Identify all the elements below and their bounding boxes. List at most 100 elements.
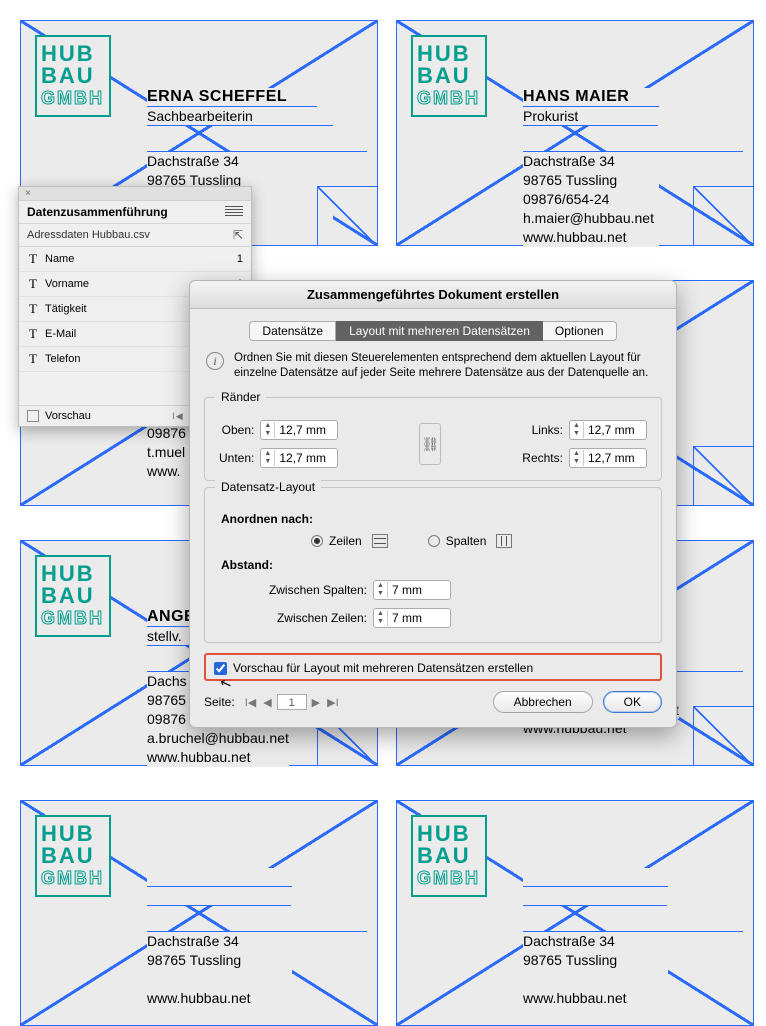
step-up-icon[interactable]: ▲ (261, 422, 274, 430)
logo-l1: HUB (41, 823, 105, 845)
cols-icon (496, 534, 512, 548)
col-gap-label: Zwischen Spalten: (247, 583, 367, 597)
margin-right-input[interactable]: ▲▼ (569, 448, 647, 468)
margin-left-input[interactable]: ▲▼ (569, 420, 647, 440)
page-nav: I◀ ◀ 1 ▶ ▶I (243, 694, 341, 710)
card-role-frag: stellv. (147, 627, 188, 646)
card-web: www.hubbau.net (147, 989, 251, 1008)
radio-rows[interactable]: Zeilen (311, 534, 388, 548)
card-addr1: Dachstraße 34 (523, 932, 615, 951)
ok-button[interactable]: OK (603, 691, 662, 713)
radio-cols-label: Spalten (446, 534, 487, 548)
link-margins-icon[interactable]: ⛓ (419, 423, 441, 465)
step-up-icon[interactable]: ▲ (570, 450, 583, 458)
preview-checkbox[interactable] (27, 410, 39, 422)
first-icon[interactable]: I◀ (170, 411, 185, 422)
card-4-1: HUB BAU GMBH Dachstraße 34 98765 Tusslin… (20, 800, 378, 1026)
step-down-icon[interactable]: ▼ (570, 430, 583, 438)
first-page-icon[interactable]: I◀ (243, 696, 259, 709)
logo-l2: BAU (417, 845, 481, 867)
tab-options[interactable]: Optionen (543, 321, 617, 341)
arrange-label: Anordnen nach: (221, 512, 645, 526)
card-email: t.muel (147, 443, 185, 462)
layout-group: Datensatz-Layout Anordnen nach: Zeilen S… (204, 487, 662, 643)
field-label: E-Mail (45, 328, 76, 340)
logo-l3: GMBH (417, 867, 481, 889)
data-source-icon[interactable]: ⇱ (233, 228, 243, 242)
card-email: h.maier@hubbau.net (523, 209, 654, 228)
step-down-icon[interactable]: ▼ (570, 458, 583, 466)
create-merged-document-dialog: Zusammengeführtes Dokument erstellen Dat… (189, 280, 677, 728)
text-field-icon: T (27, 276, 39, 292)
card-addr1: Dachstraße 34 (523, 152, 615, 171)
tab-layout[interactable]: Layout mit mehreren Datensätzen (336, 321, 543, 341)
logo-l2: BAU (41, 65, 105, 87)
card-corner (693, 186, 753, 246)
logo: HUB BAU GMBH (35, 815, 111, 897)
margin-bottom-value[interactable] (275, 449, 337, 467)
spacing-label: Abstand: (221, 558, 645, 572)
prev-page-icon[interactable]: ◀ (261, 696, 273, 709)
panel-menu-icon[interactable] (225, 206, 243, 218)
tab-records[interactable]: Datensätze (249, 321, 336, 341)
row-gap-value[interactable] (388, 609, 450, 627)
step-up-icon[interactable]: ▲ (570, 422, 583, 430)
col-gap-value[interactable] (388, 581, 450, 599)
panel-close-button[interactable]: × (19, 187, 251, 201)
card-corner (693, 706, 753, 766)
logo-l1: HUB (41, 43, 105, 65)
card-addr2: 98765 Tussling (147, 951, 241, 970)
logo-l3: GMBH (41, 607, 105, 629)
step-down-icon[interactable]: ▼ (261, 430, 274, 438)
dialog-tabs: Datensätze Layout mit mehreren Datensätz… (190, 309, 676, 347)
next-page-icon[interactable]: ▶ (310, 696, 322, 709)
card-addr1-frag: Dachs (147, 672, 187, 691)
step-up-icon[interactable]: ▲ (374, 610, 387, 618)
margin-top-input[interactable]: ▲▼ (260, 420, 338, 440)
col-gap-input[interactable]: ▲▼ (373, 580, 451, 600)
margin-left-value[interactable] (584, 421, 646, 439)
logo-l2: BAU (41, 845, 105, 867)
card-name-empty (147, 868, 292, 887)
logo-l3: GMBH (417, 87, 481, 109)
card-addr2: 98765 Tussling (523, 171, 617, 190)
card-role-empty (147, 887, 291, 906)
preview-label: Vorschau (45, 410, 91, 422)
preview-layout-checkbox[interactable] (214, 662, 227, 675)
margin-right-value[interactable] (584, 449, 646, 467)
step-down-icon[interactable]: ▼ (374, 618, 387, 626)
field-row[interactable]: TName 1 (19, 247, 251, 272)
step-down-icon[interactable]: ▼ (374, 590, 387, 598)
card-addr2-frag: 98765 (147, 691, 186, 710)
logo: HUB BAU GMBH (35, 555, 111, 637)
radio-icon (311, 535, 323, 547)
logo-l1: HUB (417, 43, 481, 65)
row-gap-input[interactable]: ▲▼ (373, 608, 451, 628)
step-down-icon[interactable]: ▼ (261, 458, 274, 466)
logo-l1: HUB (41, 563, 105, 585)
radio-cols[interactable]: Spalten (428, 534, 513, 548)
info-icon: i (206, 352, 224, 370)
margin-right-label: Rechts: (522, 451, 563, 465)
text-field-icon: T (27, 351, 39, 367)
margin-left-label: Links: (532, 423, 563, 437)
card-name: HANS MAIER (523, 88, 659, 107)
preview-layout-label: Vorschau für Layout mit mehreren Datensä… (233, 661, 533, 675)
margins-group: Ränder Oben: ▲▼ Unten: ▲▼ (204, 397, 662, 481)
last-page-icon[interactable]: ▶I (325, 696, 341, 709)
step-up-icon[interactable]: ▲ (374, 582, 387, 590)
card-web: www.hubbau.net (523, 228, 627, 247)
margin-bottom-input[interactable]: ▲▼ (260, 448, 338, 468)
preview-layout-highlight: ↖ Vorschau für Layout mit mehreren Daten… (204, 653, 662, 681)
logo: HUB BAU GMBH (411, 815, 487, 897)
card-role: Prokurist (523, 107, 658, 126)
cancel-button[interactable]: Abbrechen (493, 691, 593, 713)
logo-l2: BAU (417, 65, 481, 87)
dialog-title: Zusammengeführtes Dokument erstellen (190, 281, 676, 309)
radio-icon (428, 535, 440, 547)
page-field[interactable]: 1 (277, 694, 307, 710)
margin-top-value[interactable] (275, 421, 337, 439)
card-addr1: Dachstraße 34 (147, 152, 239, 171)
text-field-icon: T (27, 326, 39, 342)
step-up-icon[interactable]: ▲ (261, 450, 274, 458)
